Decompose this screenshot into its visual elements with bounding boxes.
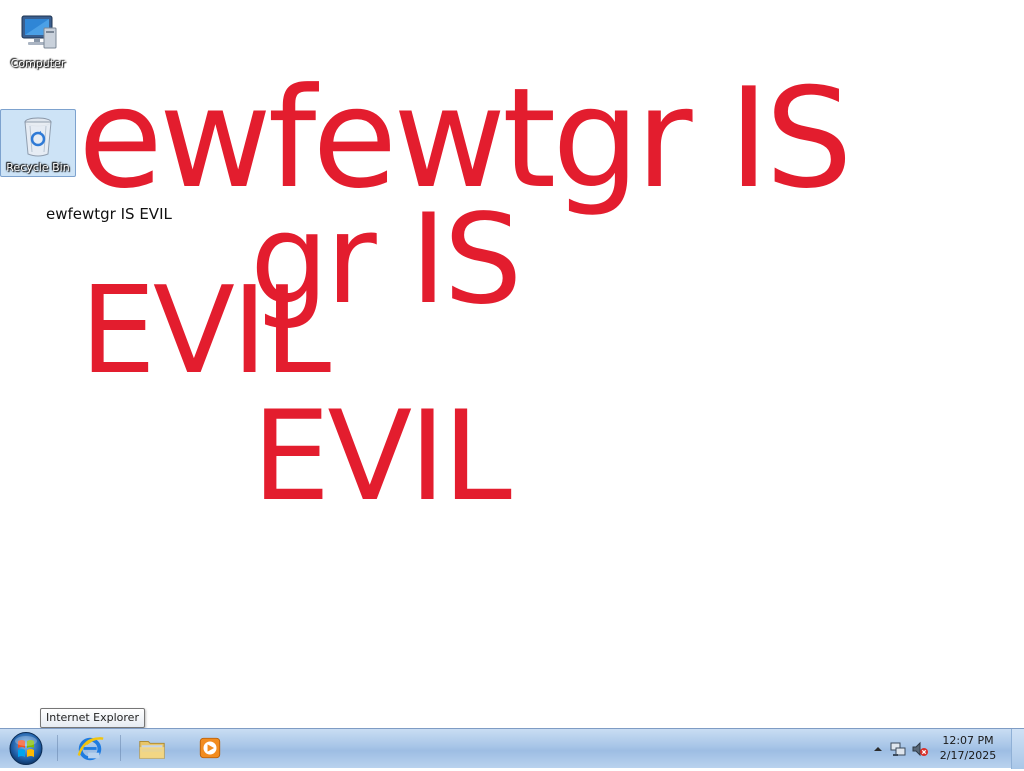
media-player-icon [199,737,221,759]
desktop-icon-computer[interactable]: Computer [0,6,76,74]
clock-time: 12:07 PM [942,734,994,747]
taskbar-windows-explorer-button[interactable] [126,731,178,765]
network-icon[interactable] [890,741,906,757]
desktop-icon-label: Computer [10,57,66,70]
taskbar: 12:07 PM 2/17/2025 [0,728,1024,769]
taskbar-clock[interactable]: 12:07 PM 2/17/2025 [936,733,1000,763]
show-desktop-button[interactable] [1011,729,1024,769]
taskbar-internet-explorer-button[interactable] [64,731,116,765]
computer-icon [21,15,57,49]
start-orb-icon [9,732,43,765]
taskbar-separator [120,735,121,761]
recycle-bin-icon [24,117,52,157]
overlay-text-line-4: EVIL [252,385,512,529]
folder-icon [139,740,165,759]
overlay-text-line-3: gr IS [250,188,522,332]
clock-date: 2/17/2025 [939,749,997,762]
desktop-icon-recycle-bin[interactable]: Recycle Bin [0,109,76,177]
desktop-note-text: ewfewtgr IS EVIL [46,205,172,223]
start-button[interactable] [6,730,46,767]
internet-explorer-icon [77,737,104,761]
tooltip: Internet Explorer [40,708,145,728]
taskbar-separator [57,735,58,761]
desktop-icon-label: Recycle Bin [6,161,70,174]
volume-muted-icon[interactable] [912,741,928,757]
show-hidden-icons-icon[interactable] [870,741,886,757]
taskbar-media-player-button[interactable] [184,731,236,765]
desktop[interactable]: Computer Recycle Bin ewfewtgr IS EVIL gr… [0,0,1024,728]
